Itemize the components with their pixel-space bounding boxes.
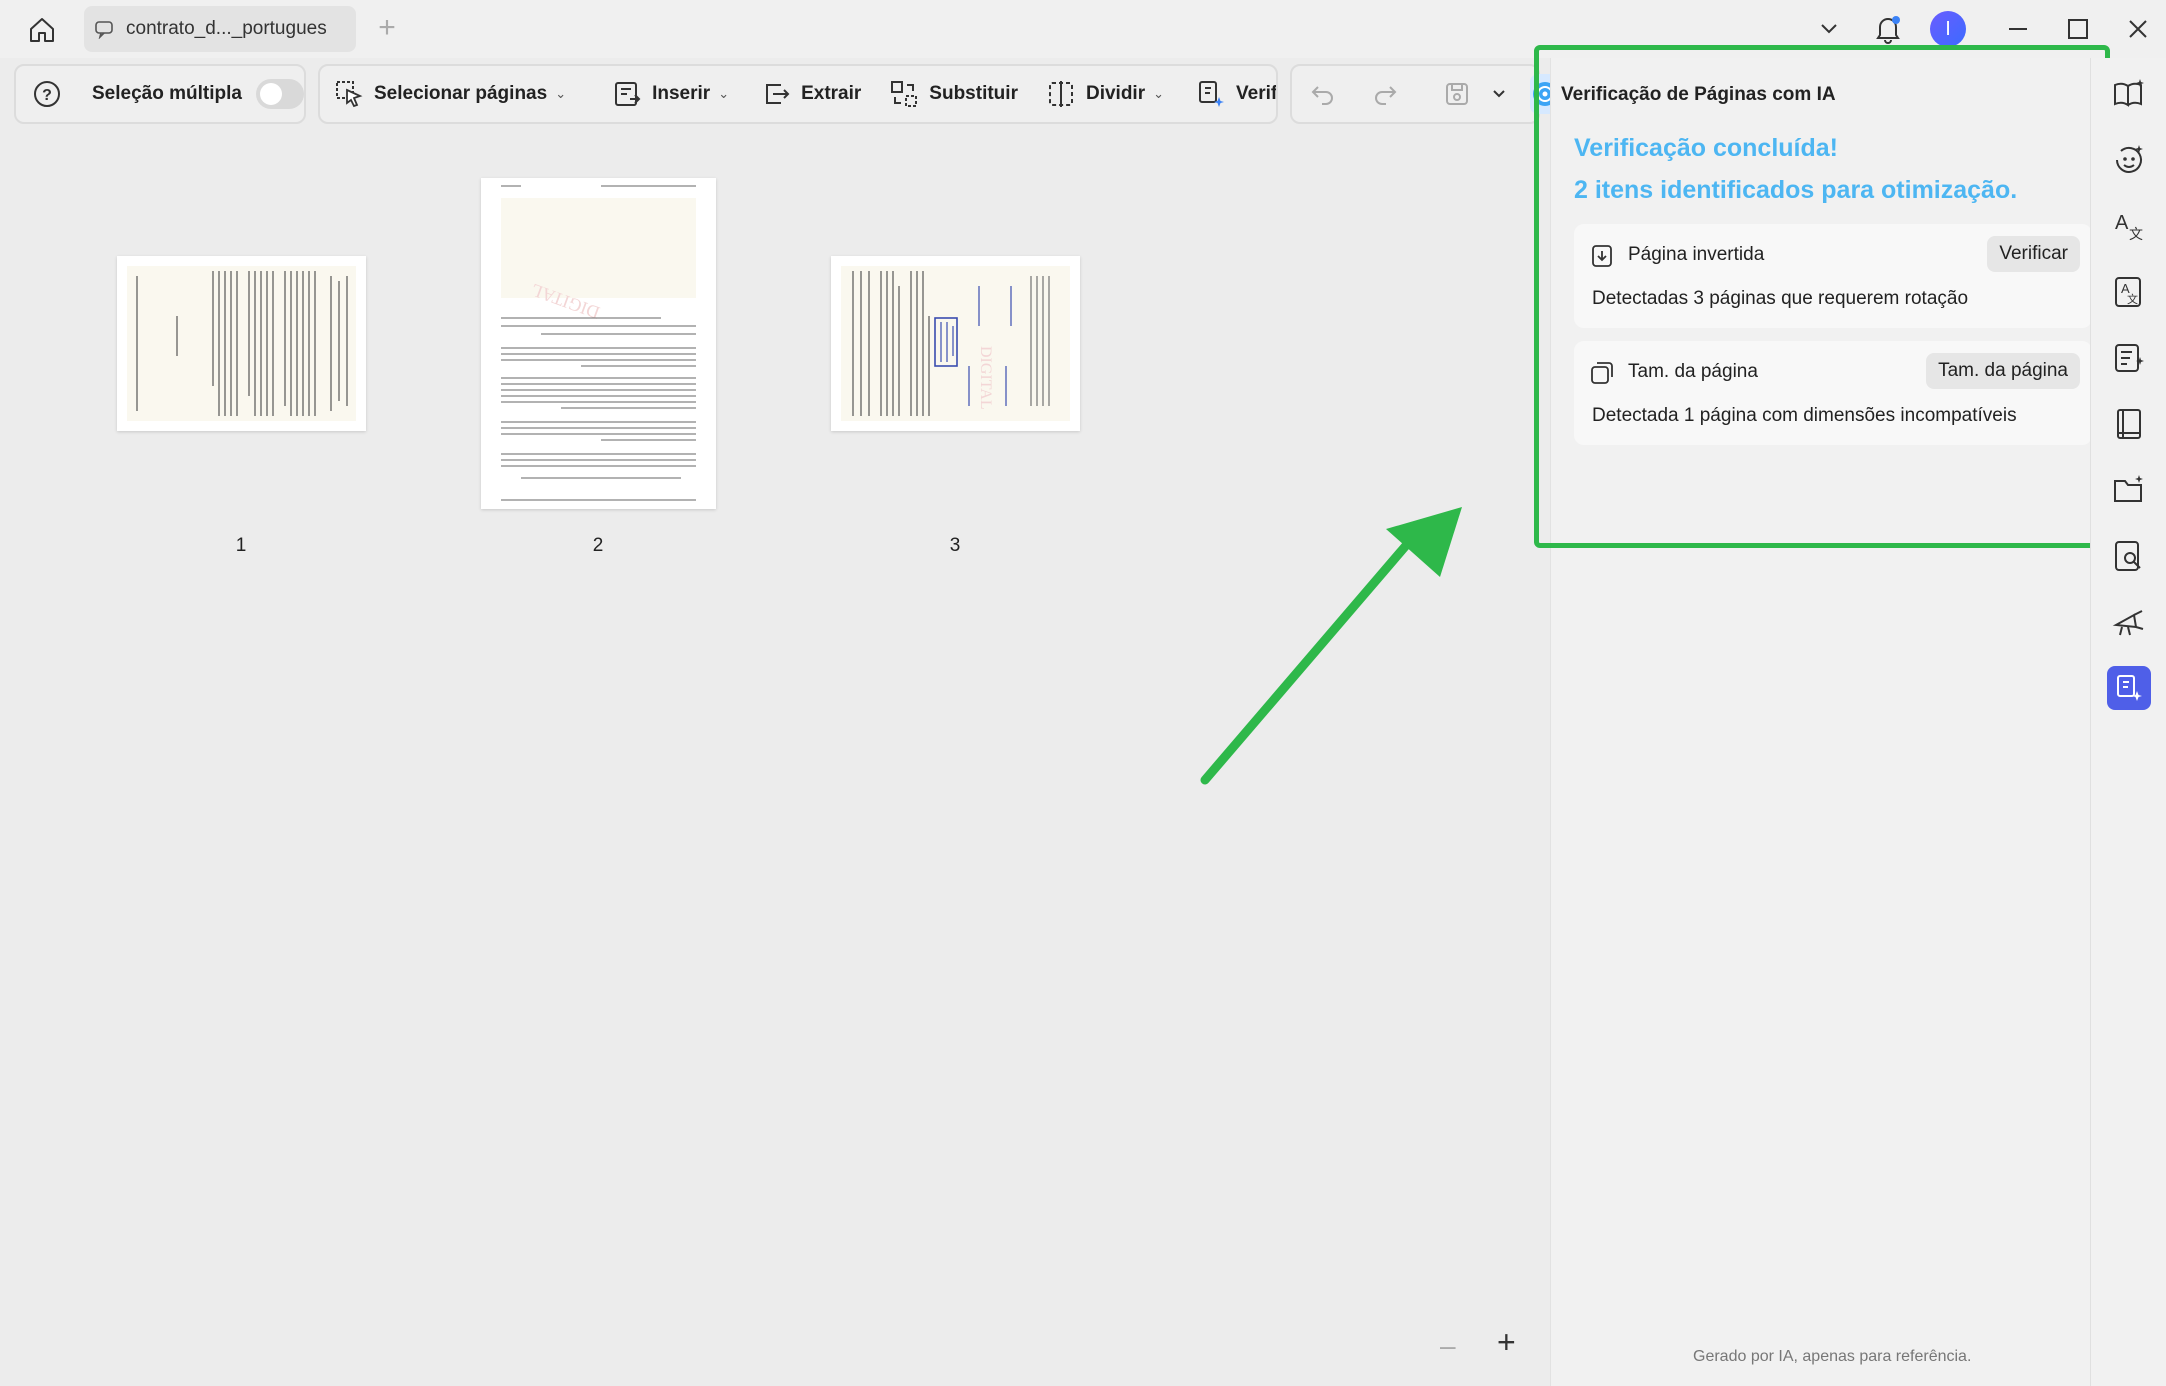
page-tools-group: Selecionar páginas ⌄ Inserir ⌄ Extrair Sub… (318, 64, 1278, 124)
page-3-content: DIGITAL (841, 266, 1070, 421)
close-icon[interactable] (2118, 10, 2158, 48)
ai-disclaimer: Gerado por IA, apenas para referência. (1693, 1348, 1972, 1365)
comment-icon (95, 21, 113, 39)
page-thumbnail-3[interactable]: DIGITAL (831, 256, 1080, 431)
zoom-out-button[interactable]: – (1440, 1330, 1456, 1362)
split-icon (1048, 81, 1073, 107)
multi-select-toggle[interactable] (255, 79, 304, 109)
replace-icon (891, 81, 918, 107)
undo-icon[interactable] (1310, 66, 1346, 122)
save-icon[interactable] (1444, 66, 1480, 122)
svg-text:DIGITAL: DIGITAL (977, 346, 994, 410)
svg-text:A: A (2115, 212, 2129, 234)
svg-text:文: 文 (2129, 227, 2143, 243)
page-number-3: 3 (949, 535, 961, 556)
svg-text:文: 文 (2127, 292, 2138, 306)
select-pages-button[interactable]: Selecionar páginas ⌄ (334, 66, 566, 122)
page-thumbnail-1[interactable] (117, 256, 366, 431)
ai-summary-icon[interactable] (2107, 336, 2151, 380)
maximize-icon[interactable] (2058, 10, 2098, 48)
insert-button[interactable]: Inserir ⌄ (612, 66, 729, 122)
ai-verify-icon (1199, 81, 1224, 107)
bell-icon[interactable] (1868, 10, 1908, 48)
translate-document-icon[interactable]: A文 (2107, 270, 2151, 314)
replace-button[interactable]: Substituir (889, 66, 1018, 122)
redo-icon[interactable] (1372, 66, 1408, 122)
multi-select-group: ? Seleção múltipla (14, 64, 306, 124)
page-1-content (127, 266, 356, 421)
chevron-down-icon[interactable] (1810, 10, 1848, 48)
book-icon[interactable] (2107, 402, 2151, 446)
save-options-chevron-icon[interactable] (1492, 66, 1516, 122)
ai-chat-bot-icon[interactable] (2107, 138, 2151, 182)
split-button[interactable]: Dividir ⌄ (1046, 66, 1164, 122)
new-tab-button[interactable]: + (372, 13, 402, 44)
page-number-2: 2 (592, 535, 604, 556)
ai-verify-button[interactable]: Verificaçã (1196, 66, 1276, 122)
annotation-arrow (1200, 507, 1462, 785)
ai-folder-icon[interactable] (2107, 468, 2151, 512)
translate-icon[interactable]: A文 (2107, 204, 2151, 248)
extract-icon (766, 84, 790, 104)
page-2-content: DIGITAL (501, 185, 696, 501)
ai-page-check-icon[interactable] (2107, 666, 2151, 710)
page-thumbnail-2[interactable]: DIGITAL (481, 178, 716, 509)
history-group (1290, 64, 1570, 124)
minimize-icon[interactable] (1998, 10, 2038, 48)
right-tool-rail: A文 A文 (2090, 58, 2166, 1386)
user-avatar[interactable]: I (1928, 10, 1968, 48)
home-icon[interactable] (24, 12, 60, 48)
multi-select-label: Seleção múltipla (92, 83, 242, 104)
zoom-in-button[interactable]: + (1497, 1324, 1516, 1361)
ai-search-document-icon[interactable] (2107, 534, 2151, 578)
page-number-1: 1 (235, 535, 247, 556)
tab-title: contrato_d..._portugues (126, 18, 327, 39)
svg-text:?: ? (42, 87, 52, 104)
ai-read-book-icon[interactable] (2107, 72, 2151, 116)
help-icon[interactable]: ? (32, 66, 72, 122)
highlight-frame (1534, 45, 2110, 548)
cursor-select-icon (336, 81, 363, 108)
presentation-icon[interactable] (2107, 600, 2151, 644)
insert-icon (615, 82, 641, 106)
document-tab[interactable]: contrato_d..._portugues (84, 6, 356, 52)
extract-button[interactable]: Extrair (761, 66, 861, 122)
